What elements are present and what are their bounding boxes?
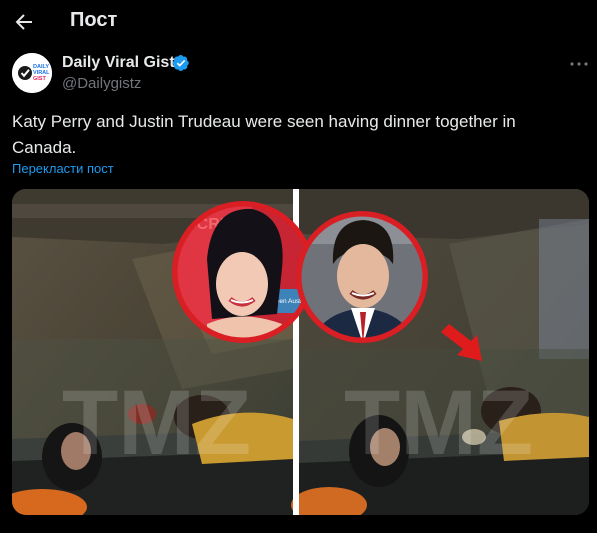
top-bar: Пост: [0, 0, 597, 44]
post-media-image[interactable]: TMZ TMZ SCREE: [12, 189, 589, 515]
back-arrow-icon[interactable]: [12, 10, 36, 34]
svg-text:GIST: GIST: [33, 76, 46, 82]
verified-badge-icon[interactable]: [172, 54, 190, 72]
svg-text:TMZ: TMZ: [344, 372, 533, 474]
svg-text:TMZ: TMZ: [62, 372, 251, 474]
page-title: Пост: [70, 9, 118, 31]
author-handle[interactable]: @Dailygistz: [62, 75, 141, 92]
daily-viral-gist-logo: DAILY VIRAL GIST: [12, 53, 52, 93]
avatar[interactable]: DAILY VIRAL GIST: [12, 53, 52, 93]
post-text: Katy Perry and Justin Trudeau were seen …: [12, 112, 516, 157]
photo-collage: TMZ TMZ SCREE: [12, 189, 589, 515]
author-name[interactable]: Daily Viral Gist: [62, 54, 175, 72]
more-options-icon[interactable]: [567, 57, 591, 71]
translate-post-link[interactable]: Перекласти пост: [12, 161, 114, 176]
